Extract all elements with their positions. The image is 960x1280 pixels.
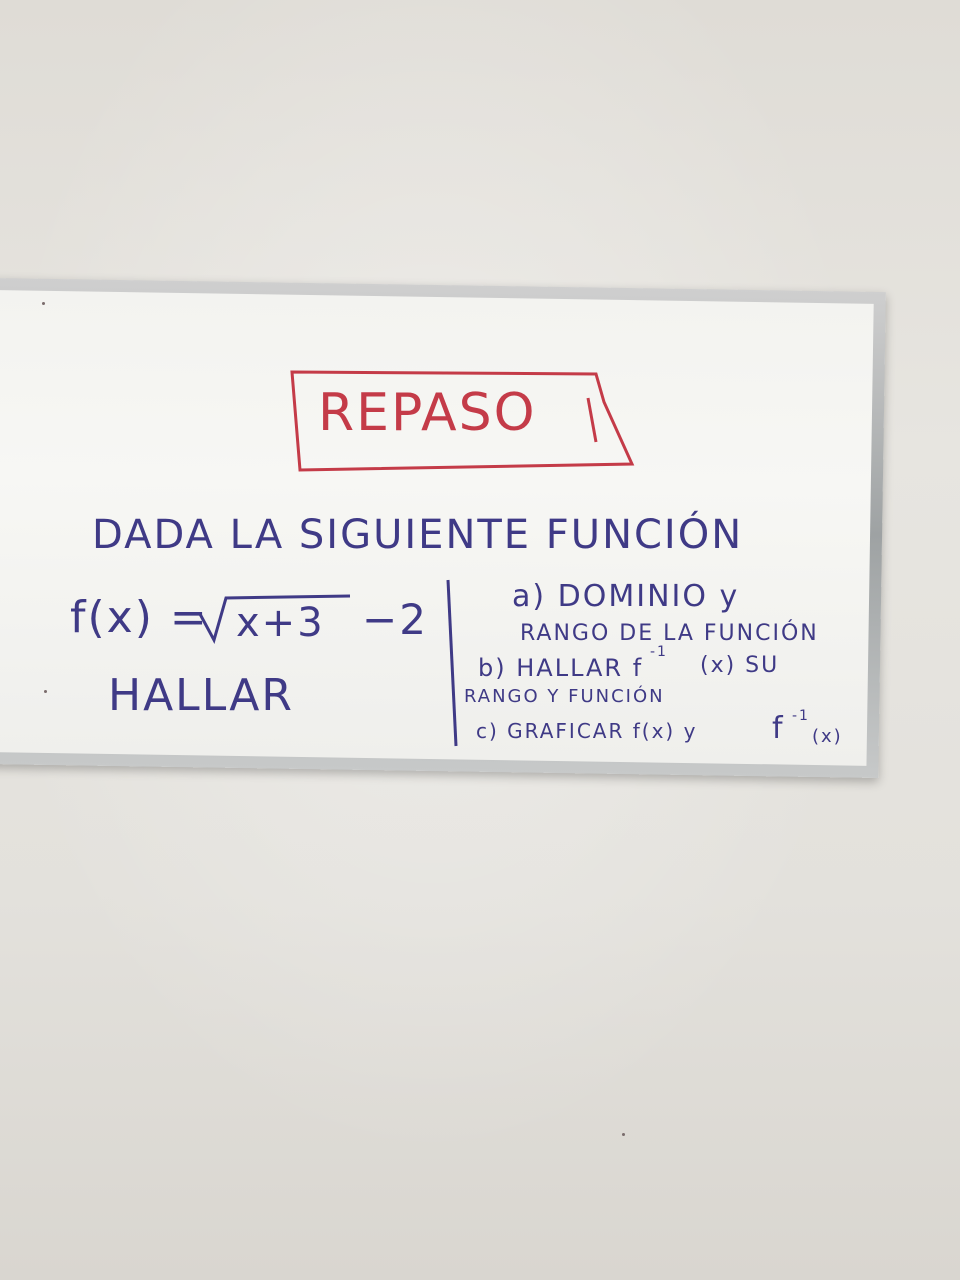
intro-text: DADA LA SIGUIENTE FUNCIÓN [92,510,743,558]
item-b-line1-end: (x) SU [700,653,779,678]
item-c-sup: -1 [792,708,810,724]
item-b: b) HALLAR f -1 (x) SU [478,644,779,682]
hallar-text: HALLAR [108,670,294,721]
whiteboard-writing: REPASO DADA LA SIGUIENTE FUNCIÓN f(x) = … [70,370,843,747]
item-b-sup: -1 [650,644,668,660]
item-c-end: (x) [812,726,843,747]
item-c-f: f [772,711,785,746]
item-b-line2: RANGO Y FUNCIÓN [464,685,665,707]
title-text: REPASO [318,383,537,443]
board-mark [42,302,45,305]
function-lhs: f(x) = [70,592,209,643]
item-c-line1: c) GRAFICAR f(x) y [476,719,697,743]
item-a-line1: a) DOMINIO y [512,579,739,614]
item-a-line2: RANGO DE LA FUNCIÓN [520,620,819,646]
function-tail: −2 [362,595,428,644]
function-expression: f(x) = x+3 −2 [70,592,428,646]
item-c: c) GRAFICAR f(x) y f -1 (x) [476,708,843,747]
board-mark [44,690,47,693]
function-radicand: x+3 [236,600,325,646]
divider-line [446,579,458,747]
item-b-line1: b) HALLAR f [478,654,643,682]
wall-mark [622,1133,625,1136]
